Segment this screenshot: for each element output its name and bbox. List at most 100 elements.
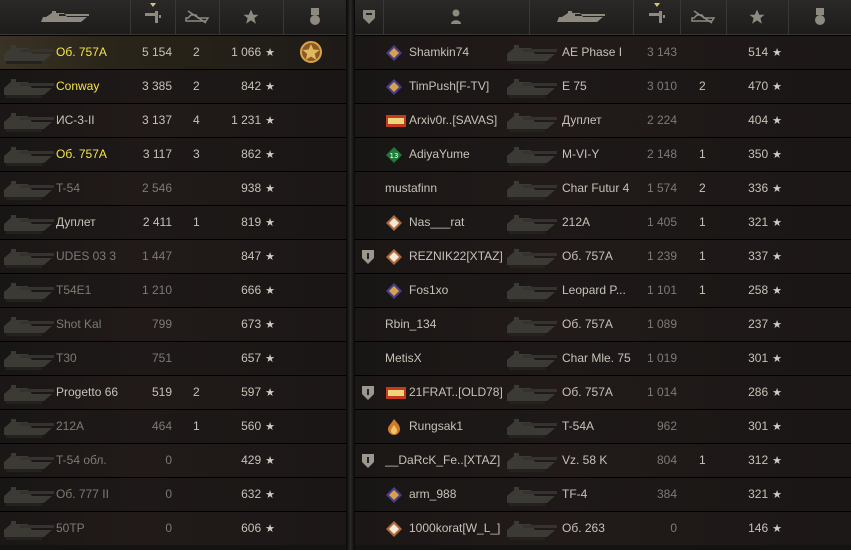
table-row[interactable]: 212A 464 1 560 ★: [0, 409, 346, 443]
tank-icon: [2, 277, 56, 305]
tank-name: 50TP: [56, 521, 85, 535]
tank-icon: [2, 481, 56, 509]
table-row[interactable]: __DaRcK_Fe..[XTAZ] Vz. 58 K 804 1 312 ★: [355, 443, 851, 477]
kills-value: 1: [699, 147, 706, 161]
tank-name: T-54 обл.: [56, 453, 107, 467]
table-row[interactable]: T-54 обл. 0 429 ★: [0, 443, 346, 477]
table-row[interactable]: REZNIK22[XTAZ] Об. 757А 1 239 1 337 ★: [355, 239, 851, 273]
table-row[interactable]: T54E1 1 210 666 ★: [0, 273, 346, 307]
table-row[interactable]: T-54 2 546 938 ★: [0, 171, 346, 205]
kills-value: [699, 410, 719, 443]
damage-value: 3 137: [141, 113, 172, 127]
tank-name: Char Futur 4: [562, 181, 630, 195]
table-row[interactable]: Об. 777 II 0 632 ★: [0, 477, 346, 511]
table-row[interactable]: Arxiv0r..[SAVAS] Дуплет 2 224 404 ★: [355, 103, 851, 137]
xp-star-icon: ★: [265, 217, 275, 229]
table-row[interactable]: MetisX Char Mle. 75 1 019 301 ★: [355, 341, 851, 375]
table-row[interactable]: UDES 03 3 1 447 847 ★: [0, 239, 346, 273]
tank-icon: [505, 447, 559, 475]
tank-icon: [2, 175, 56, 203]
tank-name: Дуплет: [56, 215, 96, 229]
kills-icon: [184, 9, 210, 25]
tank-icon: [505, 209, 559, 237]
frags-column-header[interactable]: [130, 0, 176, 34]
xp-star-icon: ★: [265, 387, 275, 399]
table-row[interactable]: mustafinn Char Futur 4 1 574 2 336 ★: [355, 171, 851, 205]
medal-icon: [813, 7, 827, 27]
table-row[interactable]: Shot Kal 799 673 ★: [0, 307, 346, 341]
xp-cell: 597 ★: [219, 376, 275, 409]
table-row[interactable]: Об. 757А 5 154 2 1 066 ★: [0, 35, 346, 69]
xp-star-icon: ★: [772, 81, 782, 93]
xp-cell: 560 ★: [219, 410, 275, 443]
tank-name: T-54A: [562, 419, 595, 433]
table-row[interactable]: ИС-3-II 3 137 4 1 231 ★: [0, 103, 346, 137]
platoon-column-header[interactable]: [355, 0, 384, 34]
tank-column-header[interactable]: [529, 0, 634, 34]
kills-value: [193, 172, 213, 205]
tank-name: E 75: [562, 79, 587, 93]
table-row[interactable]: Fos1xo Leopard P... 1 101 1 258 ★: [355, 273, 851, 307]
medal-column-header[interactable]: [788, 0, 851, 34]
tank-icon: [505, 175, 559, 203]
medal-column-header[interactable]: [283, 0, 346, 34]
xp-cell: 842 ★: [219, 70, 275, 103]
frags-column-header[interactable]: [633, 0, 681, 34]
tank-icon: [505, 345, 559, 373]
table-row[interactable]: 50TP 0 606 ★: [0, 511, 346, 545]
xp-cell: 286 ★: [726, 376, 782, 409]
table-row[interactable]: T30 751 657 ★: [0, 341, 346, 375]
kills-value: [193, 478, 213, 511]
tank-name: UDES 03 3: [56, 249, 117, 263]
table-row[interactable]: 13 AdiyaYume M-VI-Y 2 148 1 350 ★: [355, 137, 851, 171]
xp-cell: 514 ★: [726, 36, 782, 69]
table-row[interactable]: 21FRAT..[OLD78] Об. 757А 1 014 286 ★: [355, 375, 851, 409]
kills-column-header[interactable]: [680, 0, 727, 34]
table-row[interactable]: Дуплет 2 411 1 819 ★: [0, 205, 346, 239]
xp-cell: 632 ★: [219, 478, 275, 511]
xp-star-icon: ★: [772, 489, 782, 501]
tank-icon: [553, 8, 609, 26]
damage-value: 1 447: [141, 249, 172, 263]
table-row[interactable]: Shamkin74 AE Phase I3 143 514 ★: [355, 35, 851, 69]
table-row[interactable]: Rungsak1 T-54A 962 301 ★: [355, 409, 851, 443]
tank-column-header[interactable]: [0, 0, 131, 34]
damage-value: 0: [165, 453, 172, 467]
kills-value: [193, 274, 213, 307]
table-row[interactable]: TimPush[F-TV] E 75 3 010 2 470 ★: [355, 69, 851, 103]
table-row[interactable]: Conway 3 385 2 842 ★: [0, 69, 346, 103]
xp-cell: 337 ★: [726, 240, 782, 273]
xp-column-header[interactable]: [726, 0, 789, 34]
xp-star-icon: ★: [772, 149, 782, 161]
table-row[interactable]: Nas___rat 212A 1 405 1 321 ★: [355, 205, 851, 239]
platoon-icon: [361, 453, 375, 469]
player-column-header[interactable]: [383, 0, 530, 34]
rank-badge-icon: 13: [385, 146, 403, 164]
damage-value: 1 019: [646, 351, 677, 365]
award-medal-icon[interactable]: [298, 39, 324, 70]
table-row[interactable]: Rbin_134 Об. 757А 1 089 237 ★: [355, 307, 851, 341]
xp-star-icon: ★: [772, 217, 782, 229]
xp-column-header[interactable]: [219, 0, 284, 34]
kills-value: [193, 308, 213, 341]
xp-value: 301: [748, 419, 769, 433]
table-row[interactable]: 1000korat[W_L_] Об. 263 0 146 ★: [355, 511, 851, 545]
tank-icon: [2, 345, 56, 373]
tank-icon: [2, 243, 56, 271]
xp-star-icon: ★: [265, 251, 275, 263]
kills-value: 2: [193, 385, 200, 399]
damage-value: 2 224: [646, 113, 677, 127]
tank-name: Vz. 58 K: [562, 453, 608, 467]
kills-icon: [690, 9, 716, 25]
tank-name: Об. 757А: [56, 45, 107, 59]
player-name: mustafinn: [385, 181, 438, 195]
xp-value: 286: [748, 385, 769, 399]
kills-column-header[interactable]: [175, 0, 220, 34]
xp-value: 862: [241, 147, 262, 161]
xp-star-icon: ★: [265, 115, 275, 127]
damage-value: 0: [165, 521, 172, 535]
table-row[interactable]: Progetto 66 519 2 597 ★: [0, 375, 346, 409]
table-row[interactable]: Об. 757А 3 117 3 862 ★: [0, 137, 346, 171]
damage-value: 1 101: [646, 283, 677, 297]
table-row[interactable]: arm_988 TF-4 384 321 ★: [355, 477, 851, 511]
